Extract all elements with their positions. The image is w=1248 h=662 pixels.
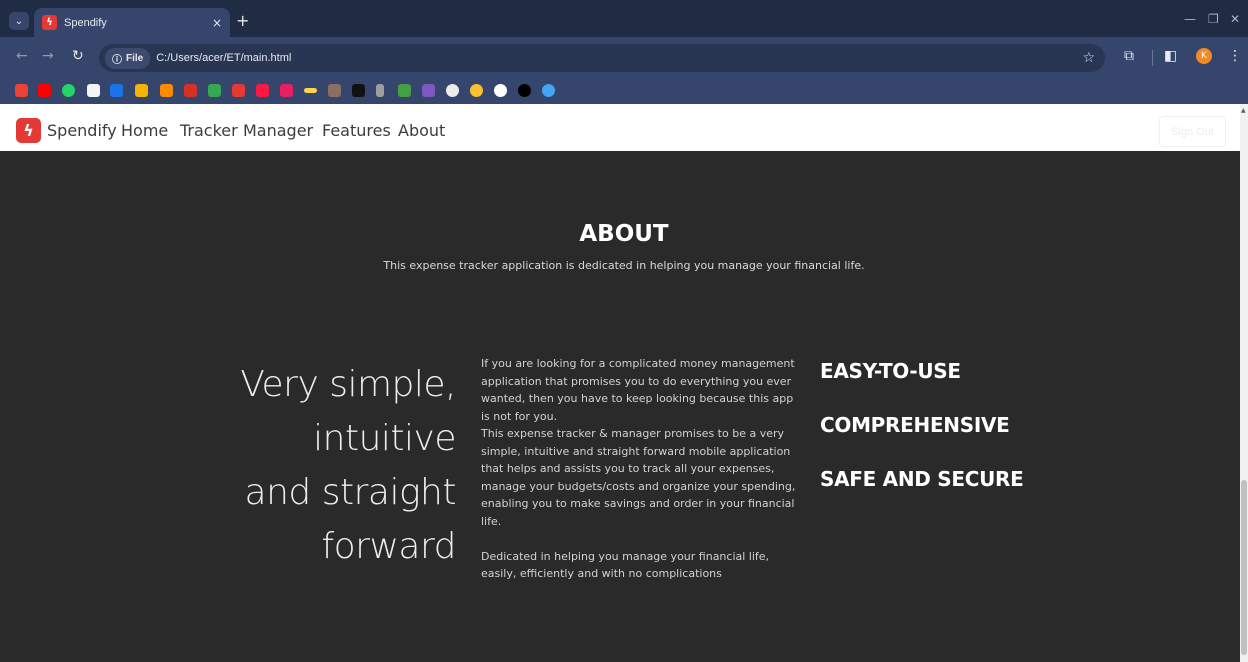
side-panel-icon[interactable]: ◧ [1164,48,1177,64]
bookmark-hive-icon[interactable] [256,84,269,97]
close-tab-icon[interactable]: × [212,16,222,30]
nav-link-tracker[interactable]: Tracker [180,121,238,141]
spendify-bolt-icon: ϟ [42,15,57,30]
about-section: ABOUT This expense tracker application i… [8,151,1240,662]
page-scrollbar[interactable]: ▲ [1240,104,1248,662]
back-icon[interactable]: ← [16,49,28,63]
browser-tab-strip: ⌄ ϟ Spendify × + — ❐ ✕ [0,0,1248,37]
bookmark-color-icon[interactable] [398,84,411,97]
bookmark-mail-icon[interactable] [184,84,197,97]
nav-link-manager[interactable]: Manager [243,121,313,141]
scroll-up-icon[interactable]: ▲ [1241,107,1246,114]
reload-icon[interactable]: ↻ [72,49,84,63]
bookmark-badge-icon[interactable] [135,84,148,97]
bookmark-m-icon[interactable] [422,84,435,97]
web-page: ϟ Spendify Home Tracker Manager Features… [0,104,1240,662]
nav-link-home[interactable]: Home [121,121,168,141]
bookmark-blogger-icon[interactable] [110,84,123,97]
bookmark-plus-icon[interactable] [208,84,221,97]
info-icon: ⓘ [112,54,122,66]
feature-comprehensive: COMPREHENSIVE [820,413,1010,437]
feature-safe-and-secure: SAFE AND SECURE [820,467,1024,491]
headline-line-4: forward [321,526,456,567]
tab-title: Spendify [64,16,107,29]
address-bar[interactable]: ⓘ File C:/Users/acer/ET/main.html ☆ [99,44,1105,72]
bookmark-blue-icon[interactable] [542,84,555,97]
bookmark-whatsapp-icon[interactable] [62,84,75,97]
bookmark-t-icon[interactable] [376,84,384,97]
description-paragraph-2: This expense tracker & manager promises … [481,427,796,528]
about-subtitle: This expense tracker application is dedi… [383,259,865,272]
browser-tab[interactable]: ϟ Spendify × [34,8,230,37]
site-info-chip[interactable]: ⓘ File [105,47,151,69]
bookmark-youtube-icon[interactable] [38,84,51,97]
description-paragraph-1: If you are looking for a complicated mon… [481,357,795,423]
bookmark-a-icon[interactable] [352,84,365,97]
headline-line-1: Very simple, [240,364,456,405]
bookmark-star-icon[interactable]: ☆ [1082,50,1095,66]
bookmarks-bar [0,77,1248,104]
headline-line-3: and straight [244,472,457,513]
close-window-icon[interactable]: ✕ [1230,13,1240,25]
url-text: C:/Users/acer/ET/main.html [156,52,292,64]
description-paragraph-3: Dedicated in helping you manage your fin… [481,549,770,581]
menu-kebab-icon[interactable]: ⋮ [1228,48,1242,64]
forward-icon[interactable]: → [42,49,54,63]
bookmark-grid-icon[interactable] [328,84,341,97]
bookmark-wave-icon[interactable] [304,88,317,93]
bookmark-hand-icon[interactable] [160,84,173,97]
bookmark-x-icon[interactable] [232,84,245,97]
profile-avatar[interactable]: K [1196,48,1212,64]
site-navbar: ϟ Spendify Home Tracker Manager Features… [0,104,1240,151]
scrollbar-thumb[interactable] [1241,480,1247,655]
extensions-icon[interactable]: ⧉ [1124,48,1134,64]
minimize-icon[interactable]: — [1184,13,1196,25]
bookmark-github-icon[interactable] [494,84,507,97]
restore-icon[interactable]: ❐ [1208,13,1219,25]
headline-line-2: intuitive [313,418,456,459]
toolbar-divider [1152,50,1153,66]
feature-easy-to-use: EASY-TO-USE [820,359,961,383]
bookmark-gmail-icon[interactable] [15,84,28,97]
new-tab-icon[interactable]: + [236,13,249,29]
browser-toolbar: ← → ↻ ⓘ File C:/Users/acer/ET/main.html … [0,37,1248,77]
about-description: If you are looking for a complicated mon… [481,355,803,583]
chip-label: File [126,52,144,64]
bookmark-openai-icon[interactable] [446,84,459,97]
nav-link-about[interactable]: About [398,121,445,141]
bookmark-tt-icon[interactable] [87,84,100,97]
about-title: ABOUT [579,221,669,247]
spendify-logo-icon[interactable]: ϟ [16,118,41,143]
bookmark-coin-icon[interactable] [470,84,483,97]
bookmark-bar-icon[interactable] [280,84,293,97]
sign-out-button[interactable]: Sign Out [1159,116,1226,147]
brand-name[interactable]: Spendify [47,121,117,141]
nav-link-features[interactable]: Features [322,121,391,141]
bookmark-dark-icon[interactable] [518,84,531,97]
tab-search-chevron-icon[interactable]: ⌄ [9,12,29,30]
